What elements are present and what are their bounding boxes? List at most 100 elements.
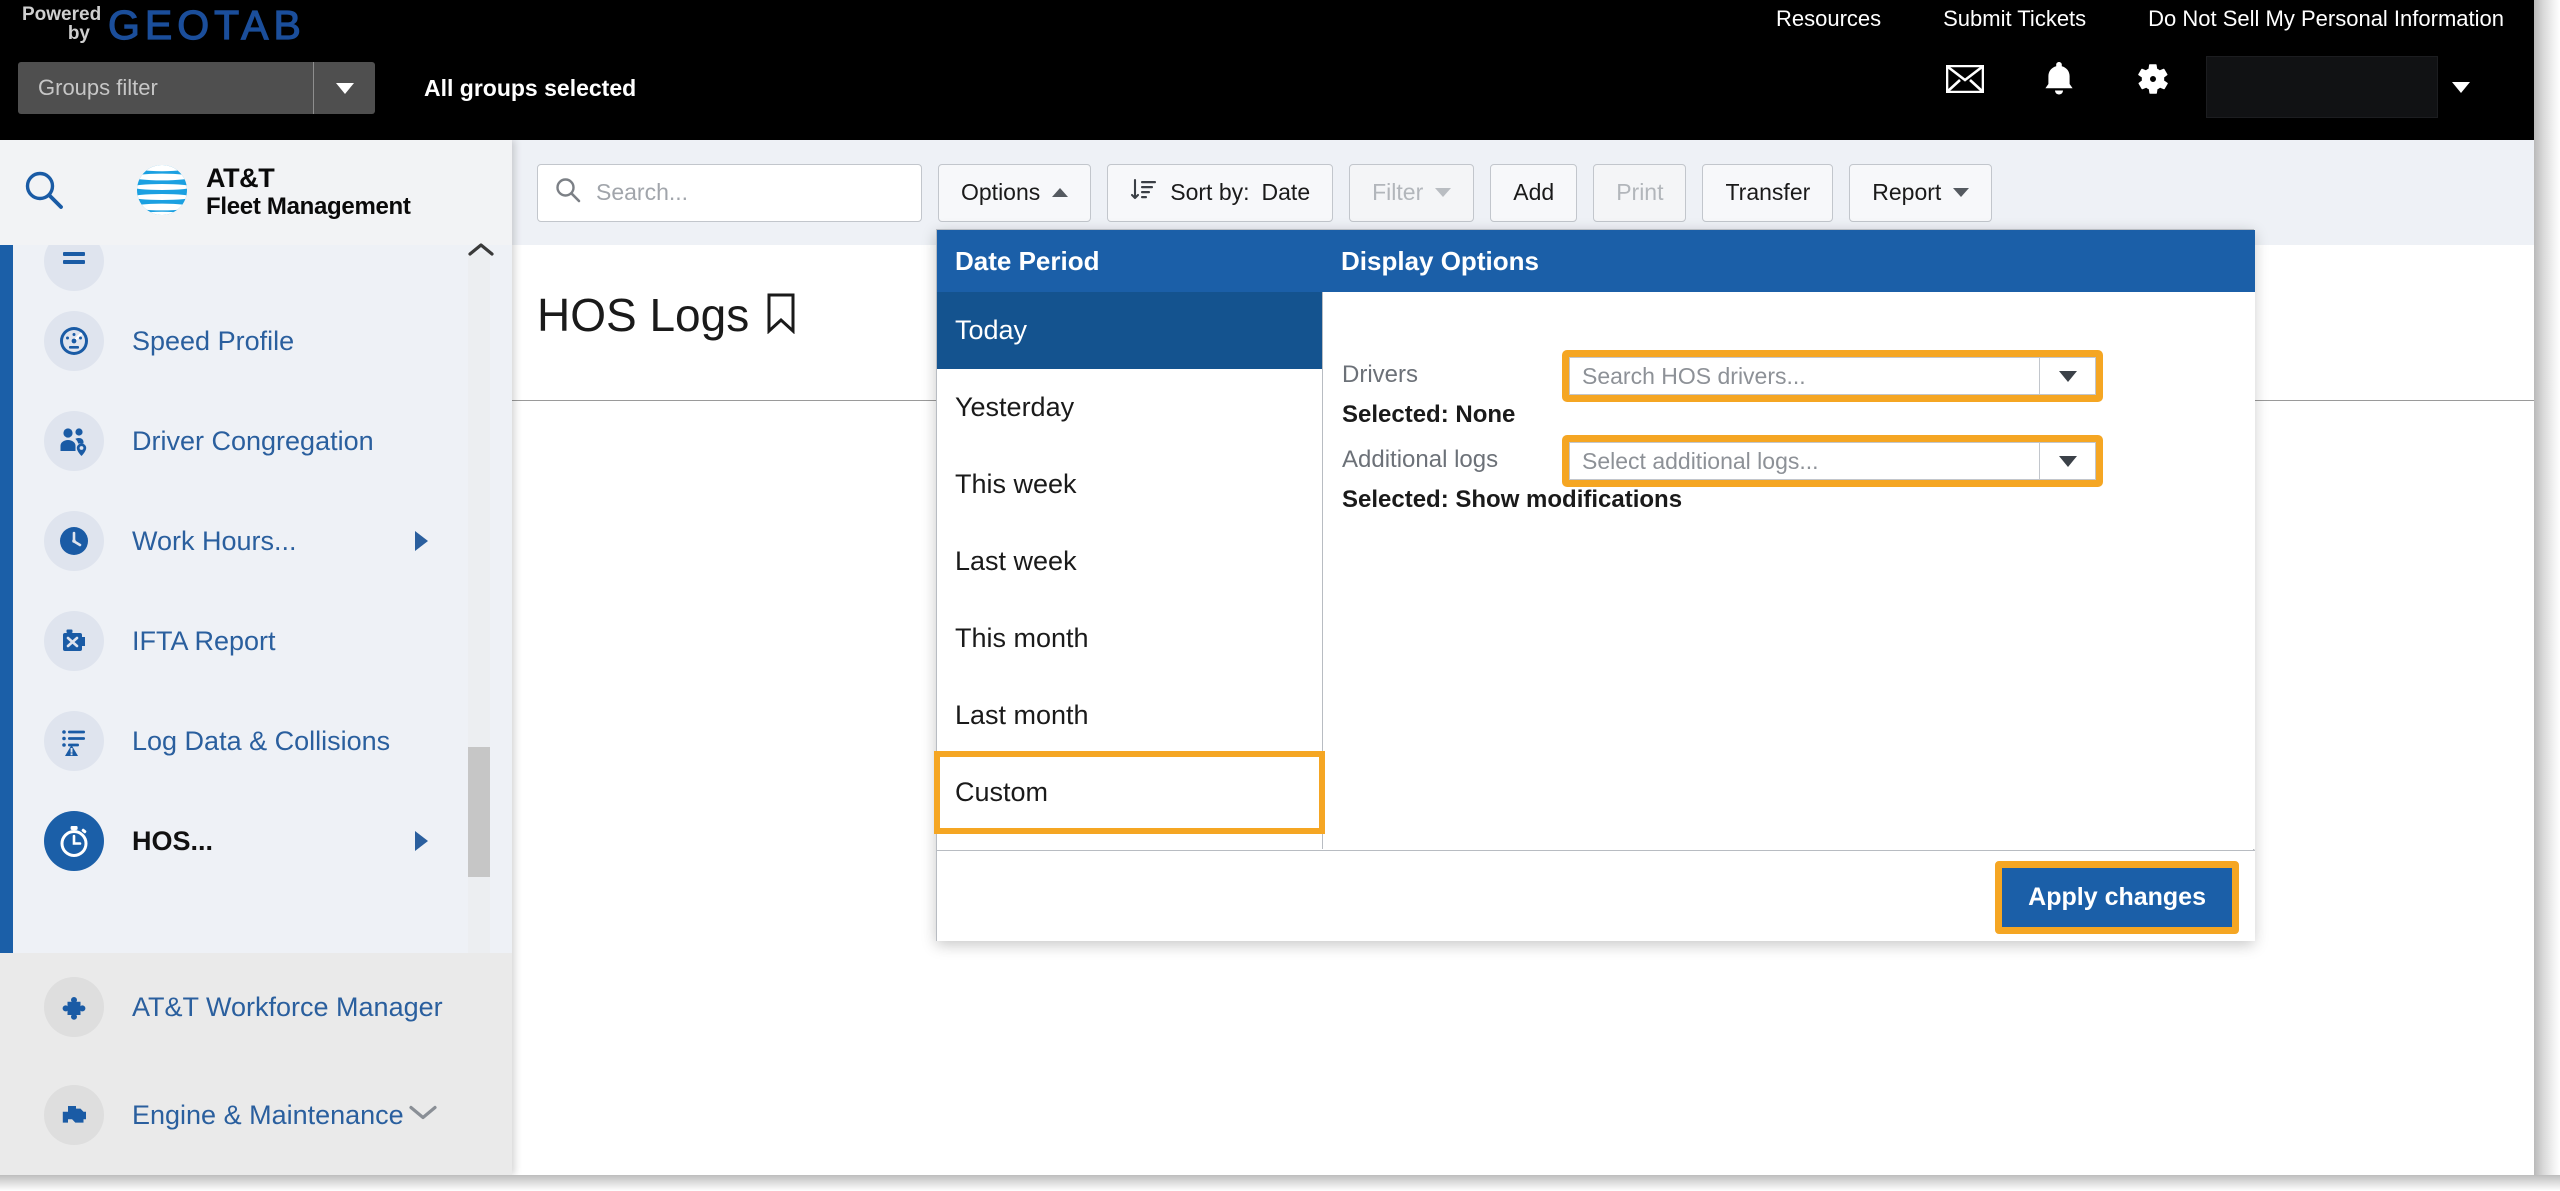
sidebar-item-label: Speed Profile xyxy=(132,325,295,356)
date-option-last-month[interactable]: Last month xyxy=(937,677,1322,754)
att-label-line2: Fleet Management xyxy=(206,193,411,221)
additional-logs-label: Additional logs xyxy=(1342,446,1499,473)
att-brand: AT&T Fleet Management xyxy=(134,162,411,223)
sort-by-button[interactable]: Sort by: Date xyxy=(1107,163,1334,222)
sidebar-item-engine-maintenance[interactable]: Engine & Maintenance xyxy=(0,1061,512,1169)
scroll-up-icon[interactable] xyxy=(466,240,496,260)
att-label-line1: AT&T xyxy=(206,163,275,194)
speedometer-icon xyxy=(44,311,104,371)
options-dropdown-panel: Date Period Display Options Today Yester… xyxy=(934,229,2255,941)
chevron-down-icon[interactable] xyxy=(406,1102,440,1129)
groups-filter-dropdown-button[interactable] xyxy=(313,62,375,114)
stopwatch-icon xyxy=(44,811,104,871)
date-option-yesterday[interactable]: Yesterday xyxy=(937,369,1322,446)
sidebar-item-label: Driver Congregation xyxy=(132,425,374,456)
top-links: Resources Submit Tickets Do Not Sell My … xyxy=(1776,6,2504,32)
transfer-button[interactable]: Transfer xyxy=(1702,163,1834,222)
chevron-down-icon xyxy=(1953,188,1970,197)
people-location-icon xyxy=(44,411,104,471)
sidebar-item-label: Log Data & Collisions xyxy=(132,725,391,756)
print-button[interactable]: Print xyxy=(1593,163,1687,222)
link-do-not-sell[interactable]: Do Not Sell My Personal Information xyxy=(2148,6,2504,32)
additional-logs-selected-value: Selected: Show modifications xyxy=(1342,486,1683,513)
mail-icon[interactable] xyxy=(1946,60,1984,98)
bookmark-icon[interactable] xyxy=(765,292,797,339)
sidebar-item-label: AT&T Workforce Manager xyxy=(132,991,443,1022)
window-edge-right xyxy=(2534,0,2560,1191)
apply-changes-button[interactable]: Apply changes xyxy=(2002,868,2232,927)
log-list-icon xyxy=(44,711,104,771)
puzzle-icon xyxy=(44,977,104,1037)
sidebar-nav-list: Speed Profile Driver Congregation Work H… xyxy=(0,245,512,990)
sidebar-lower-nav: AT&T Workforce Manager Engine & Maintena… xyxy=(0,953,512,1191)
search-input[interactable]: Search... xyxy=(537,163,922,222)
date-option-this-week[interactable]: This week xyxy=(937,446,1322,523)
options-button[interactable]: Options xyxy=(938,163,1092,222)
sidebar: AT&T Fleet Management Speed Profile Driv… xyxy=(0,140,512,1191)
gear-icon[interactable] xyxy=(2134,60,2172,98)
sidebar-item-work-hours[interactable]: Work Hours... xyxy=(0,491,512,591)
chevron-down-icon xyxy=(2058,455,2077,467)
groups-filter-input[interactable]: Groups filter xyxy=(18,62,313,114)
powered-line1: Powered xyxy=(22,4,102,25)
additional-logs-select-arrow[interactable] xyxy=(2039,443,2095,479)
chevron-down-icon xyxy=(1435,188,1452,197)
report-button[interactable]: Report xyxy=(1849,163,1993,222)
chevron-up-icon xyxy=(1052,188,1069,197)
date-period-list: Today Yesterday This week Last week This… xyxy=(934,292,1325,849)
date-option-custom[interactable]: Custom xyxy=(934,751,1325,834)
search-input-placeholder: Search... xyxy=(596,179,689,205)
user-menu[interactable] xyxy=(2206,56,2470,118)
sidebar-item-label: Work Hours... xyxy=(132,525,297,556)
sidebar-scrollbar-thumb[interactable] xyxy=(468,747,490,877)
chevron-right-icon xyxy=(415,531,428,551)
link-resources[interactable]: Resources xyxy=(1776,6,1881,32)
sidebar-item-ifta-report[interactable]: IFTA Report xyxy=(0,591,512,691)
sort-icon xyxy=(1130,176,1158,210)
additional-logs-placeholder: Select additional logs... xyxy=(1582,447,1819,474)
drivers-select[interactable]: Search HOS drivers... xyxy=(1562,350,2103,402)
sidebar-item-hos[interactable]: HOS... xyxy=(0,791,512,891)
att-globe-icon xyxy=(134,162,190,223)
user-name-redacted xyxy=(2206,56,2438,118)
sidebar-item-driver-congregation[interactable]: Driver Congregation xyxy=(0,391,512,491)
options-button-label: Options xyxy=(961,179,1041,205)
powered-line2: by xyxy=(67,23,90,44)
engine-icon xyxy=(44,1085,104,1145)
filter-button[interactable]: Filter xyxy=(1349,163,1475,222)
sort-by-value: Date xyxy=(1261,179,1311,205)
sidebar-item-label: Engine & Maintenance xyxy=(132,1099,404,1130)
top-header-bar: Powered by GEOTAB Resources Submit Ticke… xyxy=(0,0,2534,140)
sidebar-item-partial-top[interactable] xyxy=(0,245,512,291)
link-submit-tickets[interactable]: Submit Tickets xyxy=(1943,6,2086,32)
search-icon[interactable] xyxy=(22,168,66,217)
print-button-label: Print xyxy=(1616,179,1664,205)
panel-header-bar xyxy=(937,230,2255,292)
date-option-today[interactable]: Today xyxy=(937,292,1322,369)
display-options-header: Display Options xyxy=(1341,246,1539,276)
clock-icon xyxy=(44,511,104,571)
sidebar-item-log-data-collisions[interactable]: Log Data & Collisions xyxy=(0,691,512,791)
filter-button-label: Filter xyxy=(1372,179,1424,205)
sidebar-item-att-workforce-manager[interactable]: AT&T Workforce Manager xyxy=(0,953,512,1061)
partial-icon xyxy=(44,245,104,291)
bell-icon[interactable] xyxy=(2040,60,2078,98)
drivers-select-arrow[interactable] xyxy=(2039,358,2095,394)
groups-filter[interactable]: Groups filter xyxy=(18,62,375,114)
sidebar-item-label: IFTA Report xyxy=(132,625,276,656)
sidebar-item-speed-profile[interactable]: Speed Profile xyxy=(0,291,512,391)
drivers-selected-value: Selected: None xyxy=(1342,401,1516,428)
window-edge-bottom xyxy=(0,1175,2560,1191)
drivers-label: Drivers xyxy=(1342,361,1418,388)
date-period-header: Date Period xyxy=(955,246,1100,276)
date-option-this-month[interactable]: This month xyxy=(937,600,1322,677)
additional-logs-select[interactable]: Select additional logs... xyxy=(1562,435,2103,487)
display-options-pane: Drivers Search HOS drivers... Selected: … xyxy=(1324,292,2255,849)
add-button[interactable]: Add xyxy=(1490,163,1578,222)
sidebar-item-label: HOS... xyxy=(132,825,214,856)
active-section-rail xyxy=(0,245,13,953)
chevron-right-icon xyxy=(415,831,428,851)
date-option-last-week[interactable]: Last week xyxy=(937,523,1322,600)
chevron-down-icon xyxy=(335,82,354,94)
sidebar-header: AT&T Fleet Management xyxy=(0,140,512,245)
